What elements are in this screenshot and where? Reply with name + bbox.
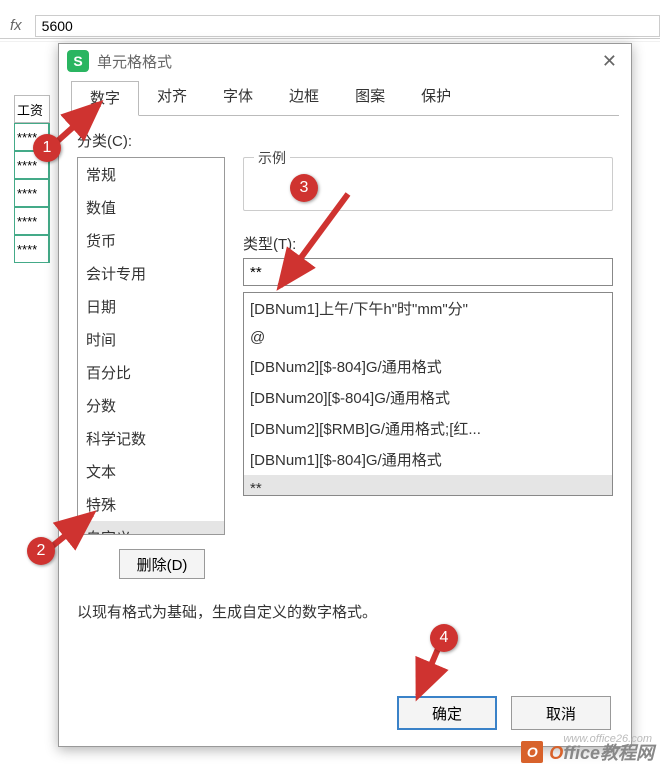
cancel-button[interactable]: 取消 xyxy=(511,696,611,730)
annotation-badge-4: 4 xyxy=(430,624,458,652)
category-item[interactable]: 分数 xyxy=(78,389,224,422)
type-label: 类型(T): xyxy=(243,233,613,254)
dialog-titlebar: S 单元格格式 ✕ xyxy=(59,44,631,78)
format-list[interactable]: [DBNum1]上午/下午h"时"mm"分" @ [DBNum2][$-804]… xyxy=(243,292,613,496)
category-item[interactable]: 货币 xyxy=(78,224,224,257)
type-input[interactable] xyxy=(243,258,613,286)
format-item[interactable]: @ xyxy=(244,324,612,351)
ok-button[interactable]: 确定 xyxy=(397,696,497,730)
formula-input[interactable] xyxy=(35,15,660,37)
cell-format-dialog: S 单元格格式 ✕ 数字 对齐 字体 边框 图案 保护 分类(C): 常规 数值… xyxy=(58,43,632,747)
category-item[interactable]: 数值 xyxy=(78,191,224,224)
tab-font[interactable]: 字体 xyxy=(205,80,271,115)
cell[interactable]: **** xyxy=(14,235,50,263)
category-label: 分类(C): xyxy=(77,130,613,151)
tab-border[interactable]: 边框 xyxy=(271,80,337,115)
format-item[interactable]: [DBNum20][$-804]G/通用格式 xyxy=(244,382,612,413)
tab-number[interactable]: 数字 xyxy=(71,81,139,116)
format-item[interactable]: ** xyxy=(244,475,612,496)
formula-bar: fx xyxy=(0,13,660,39)
col-header-cell[interactable]: 工资 xyxy=(14,95,50,123)
cell[interactable]: **** xyxy=(14,207,50,235)
cell[interactable]: **** xyxy=(14,179,50,207)
category-item[interactable]: 时间 xyxy=(78,323,224,356)
format-item[interactable]: [DBNum2][$-804]G/通用格式 xyxy=(244,351,612,382)
tabs: 数字 对齐 字体 边框 图案 保护 xyxy=(71,80,619,116)
category-item[interactable]: 会计专用 xyxy=(78,257,224,290)
delete-button[interactable]: 删除(D) xyxy=(119,549,205,579)
category-list[interactable]: 常规 数值 货币 会计专用 日期 时间 百分比 分数 科学记数 文本 特殊 自定… xyxy=(77,157,225,535)
tab-align[interactable]: 对齐 xyxy=(139,80,205,115)
category-item[interactable]: 常规 xyxy=(78,158,224,191)
category-item[interactable]: 科学记数 xyxy=(78,422,224,455)
category-item[interactable]: 百分比 xyxy=(78,356,224,389)
category-item[interactable]: 特殊 xyxy=(78,488,224,521)
format-item[interactable]: [DBNum1][$-804]G/通用格式 xyxy=(244,444,612,475)
category-item[interactable]: 文本 xyxy=(78,455,224,488)
annotation-badge-1: 1 xyxy=(33,134,61,162)
app-icon: S xyxy=(67,50,89,72)
hint-text: 以现有格式为基础，生成自定义的数字格式。 xyxy=(77,579,613,622)
watermark-icon: O xyxy=(521,741,543,763)
category-item-custom[interactable]: 自定义 xyxy=(78,521,224,535)
watermark: O Office教程网 xyxy=(521,739,654,765)
annotation-badge-2: 2 xyxy=(27,537,55,565)
tab-pattern[interactable]: 图案 xyxy=(337,80,403,115)
format-item[interactable]: [DBNum2][$RMB]G/通用格式;[红... xyxy=(244,413,612,444)
dialog-title: 单元格格式 xyxy=(97,51,596,72)
fx-label: fx xyxy=(0,17,32,34)
sheet-column: 工资 **** **** **** **** **** xyxy=(14,95,50,263)
annotation-badge-3: 3 xyxy=(290,174,318,202)
format-item[interactable]: [DBNum1]上午/下午h"时"mm"分" xyxy=(244,293,612,324)
close-icon[interactable]: ✕ xyxy=(596,47,623,76)
category-item[interactable]: 日期 xyxy=(78,290,224,323)
example-label: 示例 xyxy=(254,148,290,168)
tab-protect[interactable]: 保护 xyxy=(403,80,469,115)
